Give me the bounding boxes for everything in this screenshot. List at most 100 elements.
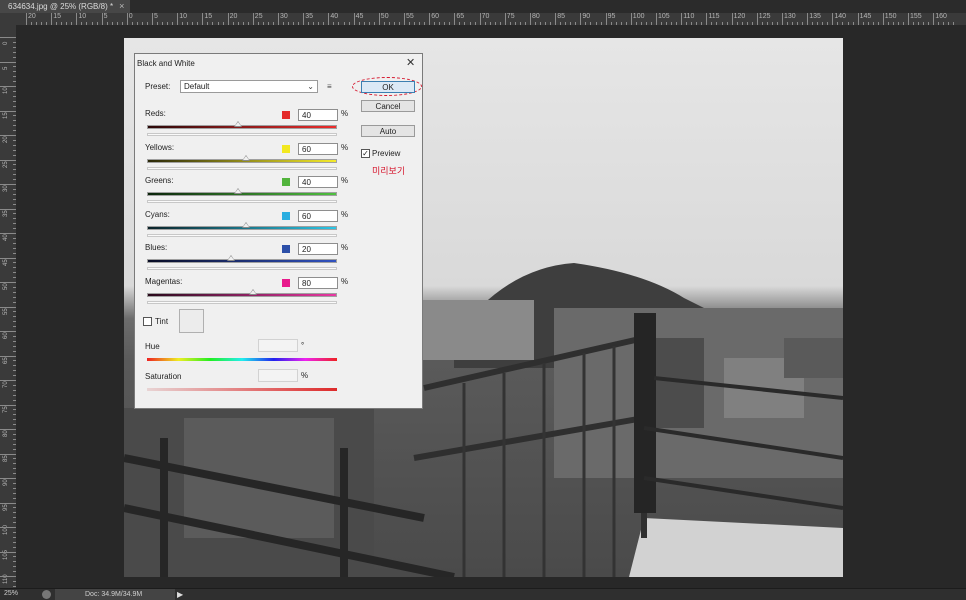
ruler-tick [0, 61, 16, 63]
preview-checkbox[interactable]: ✓ [361, 149, 370, 158]
hue-unit: ° [301, 341, 305, 350]
ruler-label: 40 [330, 13, 339, 20]
ruler-label: 60 [431, 13, 439, 20]
preset-select[interactable]: Default ⌄ [180, 80, 318, 93]
ruler-label: 65 [3, 356, 9, 364]
channel-slider-thumb[interactable] [241, 221, 250, 228]
tint-color-swatch[interactable] [179, 309, 204, 333]
ruler-label: 100 [632, 13, 645, 20]
ruler-tick [0, 159, 16, 161]
channel-slider-thumb[interactable] [249, 288, 258, 295]
document-tab-title: 634634.jpg @ 25% (RGB/8) * [8, 2, 114, 11]
channel-slider-track[interactable] [147, 292, 337, 297]
preset-label: Preset: [145, 82, 171, 91]
ruler-tick [278, 13, 279, 25]
ruler-label: 20 [3, 136, 9, 143]
ruler-tick [857, 13, 859, 25]
ruler-label: 5 [154, 13, 158, 20]
tint-checkbox[interactable] [143, 317, 152, 326]
saturation-label: Saturation [145, 372, 182, 381]
ruler-tick [933, 13, 935, 25]
ruler-tick [832, 13, 834, 25]
channel-percent-unit: % [341, 109, 349, 118]
channel-percent-unit: % [341, 209, 349, 219]
channel-value-input[interactable]: 60 [298, 209, 338, 222]
ruler-label: 110 [683, 13, 695, 20]
channel-percent-unit: % [341, 142, 349, 152]
ruler-label: 80 [532, 13, 540, 20]
channel-slider-thumb[interactable] [234, 188, 243, 194]
ruler-tick [378, 13, 380, 25]
ruler-label: 50 [3, 283, 9, 290]
channel-slider-rail [147, 233, 337, 237]
channel-value-input[interactable]: 40 [298, 176, 338, 188]
saturation-field[interactable] [258, 369, 298, 382]
cancel-button[interactable]: Cancel [361, 100, 415, 112]
ruler-label: 0 [3, 41, 9, 45]
ruler-label: 85 [3, 454, 9, 462]
channel-color-swatch [282, 278, 290, 287]
hue-field[interactable] [258, 339, 298, 352]
channel-slider-rail [147, 200, 337, 203]
document-tab[interactable]: 634634.jpg @ 25% (RGB/8) * × [0, 0, 131, 13]
channel-slider-thumb[interactable] [226, 255, 235, 261]
ruler-label: 45 [3, 258, 9, 266]
channel-value-input[interactable]: 20 [298, 243, 338, 255]
ruler-tick [504, 13, 506, 25]
channel-label: Greens: [145, 176, 174, 185]
document-tab-bar: 634634.jpg @ 25% (RGB/8) * × [0, 0, 966, 14]
doc-size-info: Doc: 34.9M/34.9M [55, 589, 175, 600]
channel-slider-track[interactable] [147, 259, 337, 263]
ruler-label: 55 [3, 307, 9, 315]
ruler-label: 75 [3, 405, 9, 413]
channel-value-input[interactable]: 60 [298, 142, 338, 155]
ruler-label: 55 [406, 13, 414, 20]
ruler-label: 90 [582, 13, 591, 20]
ruler-label: 15 [204, 13, 213, 20]
ruler-tick [0, 502, 16, 504]
close-tab-icon[interactable]: × [119, 0, 124, 13]
channel-color-swatch [282, 111, 290, 119]
ruler-label: 105 [658, 13, 670, 20]
ruler-label: 20 [229, 13, 238, 20]
ruler-tick [202, 13, 204, 25]
preset-options-icon[interactable]: ≡ [327, 82, 332, 91]
ruler-tick [0, 527, 16, 528]
ok-button[interactable]: OK [361, 81, 415, 93]
vertical-ruler[interactable]: 0 5 10 15 20 25 30 35 40 45 50 55 60 65 70 75 80 85 90 95 10… [0, 25, 17, 588]
ruler-tick [51, 13, 53, 25]
channel-slider-thumb[interactable] [241, 154, 250, 161]
ruler-label: 65 [456, 13, 465, 20]
ruler-tick [706, 13, 708, 25]
tint-label: Tint [155, 317, 169, 326]
ruler-label: 80 [3, 430, 9, 437]
auto-button[interactable]: Auto [361, 125, 415, 137]
ruler-label: 135 [809, 13, 821, 20]
ruler-tick [0, 576, 16, 577]
channel-value-input[interactable]: 80 [298, 276, 338, 289]
status-menu-arrow-icon[interactable]: ▶ [177, 589, 183, 600]
hue-spectrum-bar [147, 358, 337, 361]
ruler-label: 10 [78, 13, 87, 20]
ruler-label: 85 [557, 13, 565, 20]
ruler-label: 140 [834, 13, 847, 20]
channel-label: Yellows: [145, 142, 175, 152]
ruler-tick [353, 13, 355, 25]
ruler-label: 160 [935, 13, 947, 20]
ruler-tick [227, 13, 229, 25]
ruler-label: 10 [3, 87, 9, 94]
ruler-tick [303, 13, 305, 25]
channel-value-input[interactable]: 40 [298, 109, 338, 121]
status-info-icon [42, 590, 51, 599]
zoom-level[interactable]: 25% [4, 590, 18, 597]
ruler-tick [0, 306, 16, 308]
ruler-tick [328, 13, 330, 25]
ruler-tick [580, 13, 582, 25]
channel-percent-unit: % [341, 243, 349, 252]
black-and-white-dialog: Black and White ✕ Preset: Default ⌄ ≡ Re… [134, 53, 423, 409]
ruler-label: 15 [3, 111, 9, 119]
channel-slider-thumb[interactable] [234, 121, 243, 127]
ruler-tick [0, 355, 16, 357]
ruler-tick [756, 13, 758, 25]
close-icon[interactable]: ✕ [406, 56, 415, 69]
